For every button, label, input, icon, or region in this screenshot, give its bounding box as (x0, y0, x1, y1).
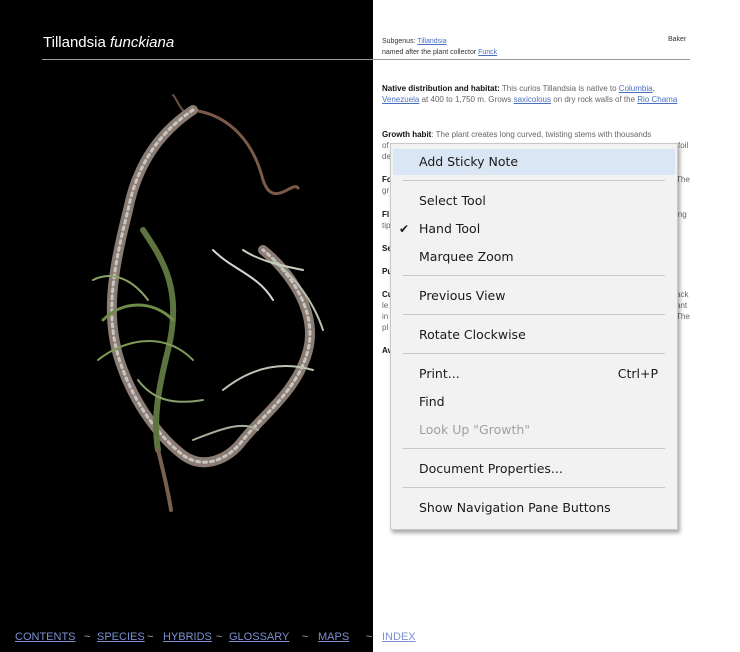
menu-separator (403, 314, 665, 315)
nav-separator: ~ (216, 631, 223, 643)
menu-separator (403, 275, 665, 276)
native-label: Native distribution and habitat: (382, 84, 500, 93)
menu-separator (403, 448, 665, 449)
cu-fragment-2-right: ant (676, 301, 688, 310)
named-line: named after the plant collector Funck (382, 47, 497, 58)
menu-item-label: Print... (419, 366, 460, 381)
nav-species-link[interactable]: SPECIES (97, 631, 145, 643)
title-genus: Tillandsia (43, 34, 110, 51)
menu-add-sticky-note[interactable]: Add Sticky Note (393, 149, 675, 175)
nav-contents-link[interactable]: CONTENTS (15, 631, 76, 643)
native-text-1: This curios Tillandsia is native to (499, 84, 619, 93)
menu-item-label: Marquee Zoom (419, 249, 514, 264)
nav-separator: ~ (302, 631, 309, 643)
menu-rotate-clockwise[interactable]: Rotate Clockwise (393, 322, 675, 348)
menu-select-tool[interactable]: Select Tool (393, 188, 675, 214)
native-text-2: , (652, 84, 655, 93)
menu-item-label: Add Sticky Note (419, 154, 519, 169)
menu-previous-view[interactable]: Previous View (393, 283, 675, 309)
menu-hand-tool[interactable]: ✔ Hand Tool (393, 216, 675, 242)
nav-index-link[interactable]: INDEX (382, 631, 416, 643)
nav-separator: ~ (147, 631, 154, 643)
author-name: Baker (668, 36, 687, 43)
venezuela-link[interactable]: Venezuela (382, 95, 419, 104)
menu-item-label: Find (419, 394, 445, 409)
species-title: Tillandsia funckiana (43, 34, 174, 51)
menu-item-label: Previous View (419, 288, 506, 303)
growth-habit-paragraph: Growth habit: The plant creates long cur… (382, 129, 690, 140)
fl-label: Fl (382, 210, 390, 219)
growth-text: : The plant creates long curved, twistin… (431, 130, 652, 139)
native-distribution-paragraph: Native distribution and habitat: This cu… (382, 83, 690, 105)
menu-item-label: Document Properties... (419, 461, 563, 476)
menu-find[interactable]: Find (393, 389, 675, 415)
menu-item-shortcut: Ctrl+P (617, 366, 658, 381)
subgenus-label: Subgenus: (382, 38, 418, 45)
subgenus-line: Subgenus: Tillandsia (382, 36, 497, 47)
growth-fragment-right: foil (678, 141, 689, 150)
funck-link[interactable]: Funck (478, 49, 497, 56)
checkmark-icon: ✔ (399, 222, 410, 236)
fo-fragment-right: The (676, 175, 690, 184)
named-prefix: named after the plant collector (382, 49, 479, 56)
menu-item-label: Look Up "Growth" (419, 422, 531, 437)
columbia-link[interactable]: Columbia (619, 84, 653, 93)
nav-maps-link[interactable]: MAPS (318, 631, 349, 643)
subgenus-link[interactable]: Tillandsia (417, 38, 446, 45)
menu-marquee-zoom[interactable]: Marquee Zoom (393, 244, 675, 270)
menu-separator (403, 180, 665, 181)
growth-label: Growth habit (382, 130, 432, 139)
menu-item-label: Select Tool (419, 193, 486, 208)
cu-fragment-3-right: The (676, 312, 690, 321)
taxonomy-meta: Subgenus: Tillandsia named after the pla… (382, 36, 497, 58)
saxicolous-link[interactable]: saxicolous (514, 95, 551, 104)
context-menu: Add Sticky Note Select Tool ✔ Hand Tool M… (390, 143, 678, 530)
menu-separator (403, 487, 665, 488)
menu-item-label: Hand Tool (419, 221, 481, 236)
menu-item-label: Rotate Clockwise (419, 327, 526, 342)
nav-hybrids-link[interactable]: HYBRIDS (163, 631, 212, 643)
menu-print[interactable]: Print... Ctrl+P (393, 361, 675, 387)
cu-fragment-right: ack (676, 290, 689, 299)
nav-separator: ~ (366, 631, 373, 643)
fl-fragment-right: ing (676, 210, 687, 219)
nav-separator: ~ (84, 631, 91, 643)
plant-photo (43, 60, 363, 518)
title-species: funckiana (109, 34, 175, 51)
menu-separator (403, 353, 665, 354)
menu-show-navigation-pane-buttons[interactable]: Show Navigation Pane Buttons (393, 495, 675, 521)
rio-chama-link[interactable]: Rio Chama (637, 95, 677, 104)
menu-look-up: Look Up "Growth" (393, 417, 675, 443)
nav-glossary-link[interactable]: GLOSSARY (229, 631, 289, 643)
menu-document-properties[interactable]: Document Properties... (393, 456, 675, 482)
native-text-4: on dry rock walls of the (551, 95, 638, 104)
menu-item-label: Show Navigation Pane Buttons (419, 500, 611, 515)
native-text-3: at 400 to 1,750 m. Grows (419, 95, 514, 104)
